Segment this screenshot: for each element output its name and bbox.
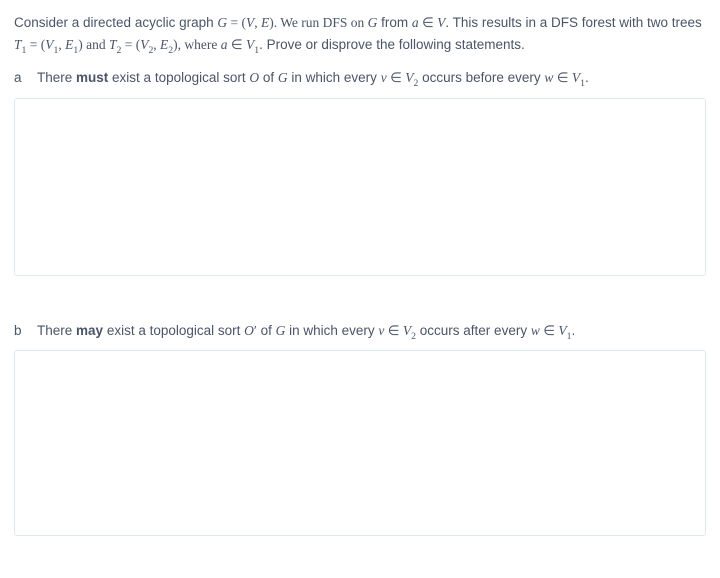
intro-text: from (377, 15, 412, 30)
math-var: E (261, 15, 269, 30)
text: . (571, 323, 575, 338)
math-var: O (249, 70, 259, 85)
text: exist a topological sort (108, 70, 249, 85)
text: There (37, 70, 76, 85)
math-sub: 2 (168, 45, 173, 56)
part-a-label: a (14, 67, 24, 89)
part-b-label: b (14, 320, 24, 342)
text: ∈ (553, 70, 572, 85)
math-var: G (276, 323, 286, 338)
math-var: G (368, 15, 378, 30)
math-var: G (217, 15, 227, 30)
text: of (257, 323, 276, 338)
math-var: V (403, 323, 411, 338)
text: ∈ (384, 323, 403, 338)
emphasis-must: must (76, 70, 108, 85)
math-var: O (244, 323, 254, 338)
part-a-row: a There must exist a topological sort O … (14, 67, 706, 92)
text: ∈ (387, 70, 406, 85)
math-sub: 2 (116, 45, 121, 56)
math-sub: 1 (567, 331, 572, 342)
text: in which every (288, 70, 381, 85)
math-var: a (412, 15, 419, 30)
text: of (259, 70, 278, 85)
emphasis-may: may (76, 323, 103, 338)
text: occurs after every (416, 323, 531, 338)
math-var: V (572, 70, 580, 85)
intro-text: = ( (227, 15, 246, 30)
problem-intro: Consider a directed acyclic graph G = (V… (14, 12, 706, 59)
intro-text: ) and (78, 37, 109, 52)
math-var: G (278, 70, 288, 85)
intro-text: ∈ (419, 15, 438, 30)
text: ∈ (540, 323, 559, 338)
text: in which every (285, 323, 378, 338)
part-a-text: There must exist a topological sort O of… (37, 67, 706, 92)
intro-text: . This results in a DFS forest with two … (445, 15, 701, 30)
math-sub: 2 (411, 331, 416, 342)
part-b-text: There may exist a topological sort O′ of… (37, 320, 706, 345)
math-sub: 1 (73, 45, 78, 56)
intro-text: = ( (121, 37, 140, 52)
math-sub: 2 (148, 45, 153, 56)
text: . (585, 70, 589, 85)
part-b-row: b There may exist a topological sort O′ … (14, 320, 706, 345)
math-var: T (14, 37, 22, 52)
intro-text: ). We run DFS on (269, 15, 367, 30)
math-sub: 2 (413, 78, 418, 89)
math-var: V (558, 323, 566, 338)
math-var: a (221, 37, 228, 52)
math-sub: 1 (254, 45, 259, 56)
math-sub: 1 (53, 45, 58, 56)
math-var: V (246, 15, 254, 30)
intro-text: Consider a directed acyclic graph (14, 15, 217, 30)
text: occurs before every (418, 70, 544, 85)
text: exist a topological sort (103, 323, 244, 338)
answer-box-b[interactable] (14, 350, 706, 536)
intro-text: = ( (26, 37, 45, 52)
intro-text: , (254, 15, 261, 30)
intro-text: ∈ (228, 37, 247, 52)
intro-text: ), where (173, 37, 221, 52)
math-sub: 1 (22, 45, 27, 56)
answer-box-a[interactable] (14, 98, 706, 276)
text: There (37, 323, 76, 338)
intro-text: . Prove or disprove the following statem… (259, 37, 525, 52)
math-var: w (531, 323, 540, 338)
math-sub: 1 (580, 78, 585, 89)
